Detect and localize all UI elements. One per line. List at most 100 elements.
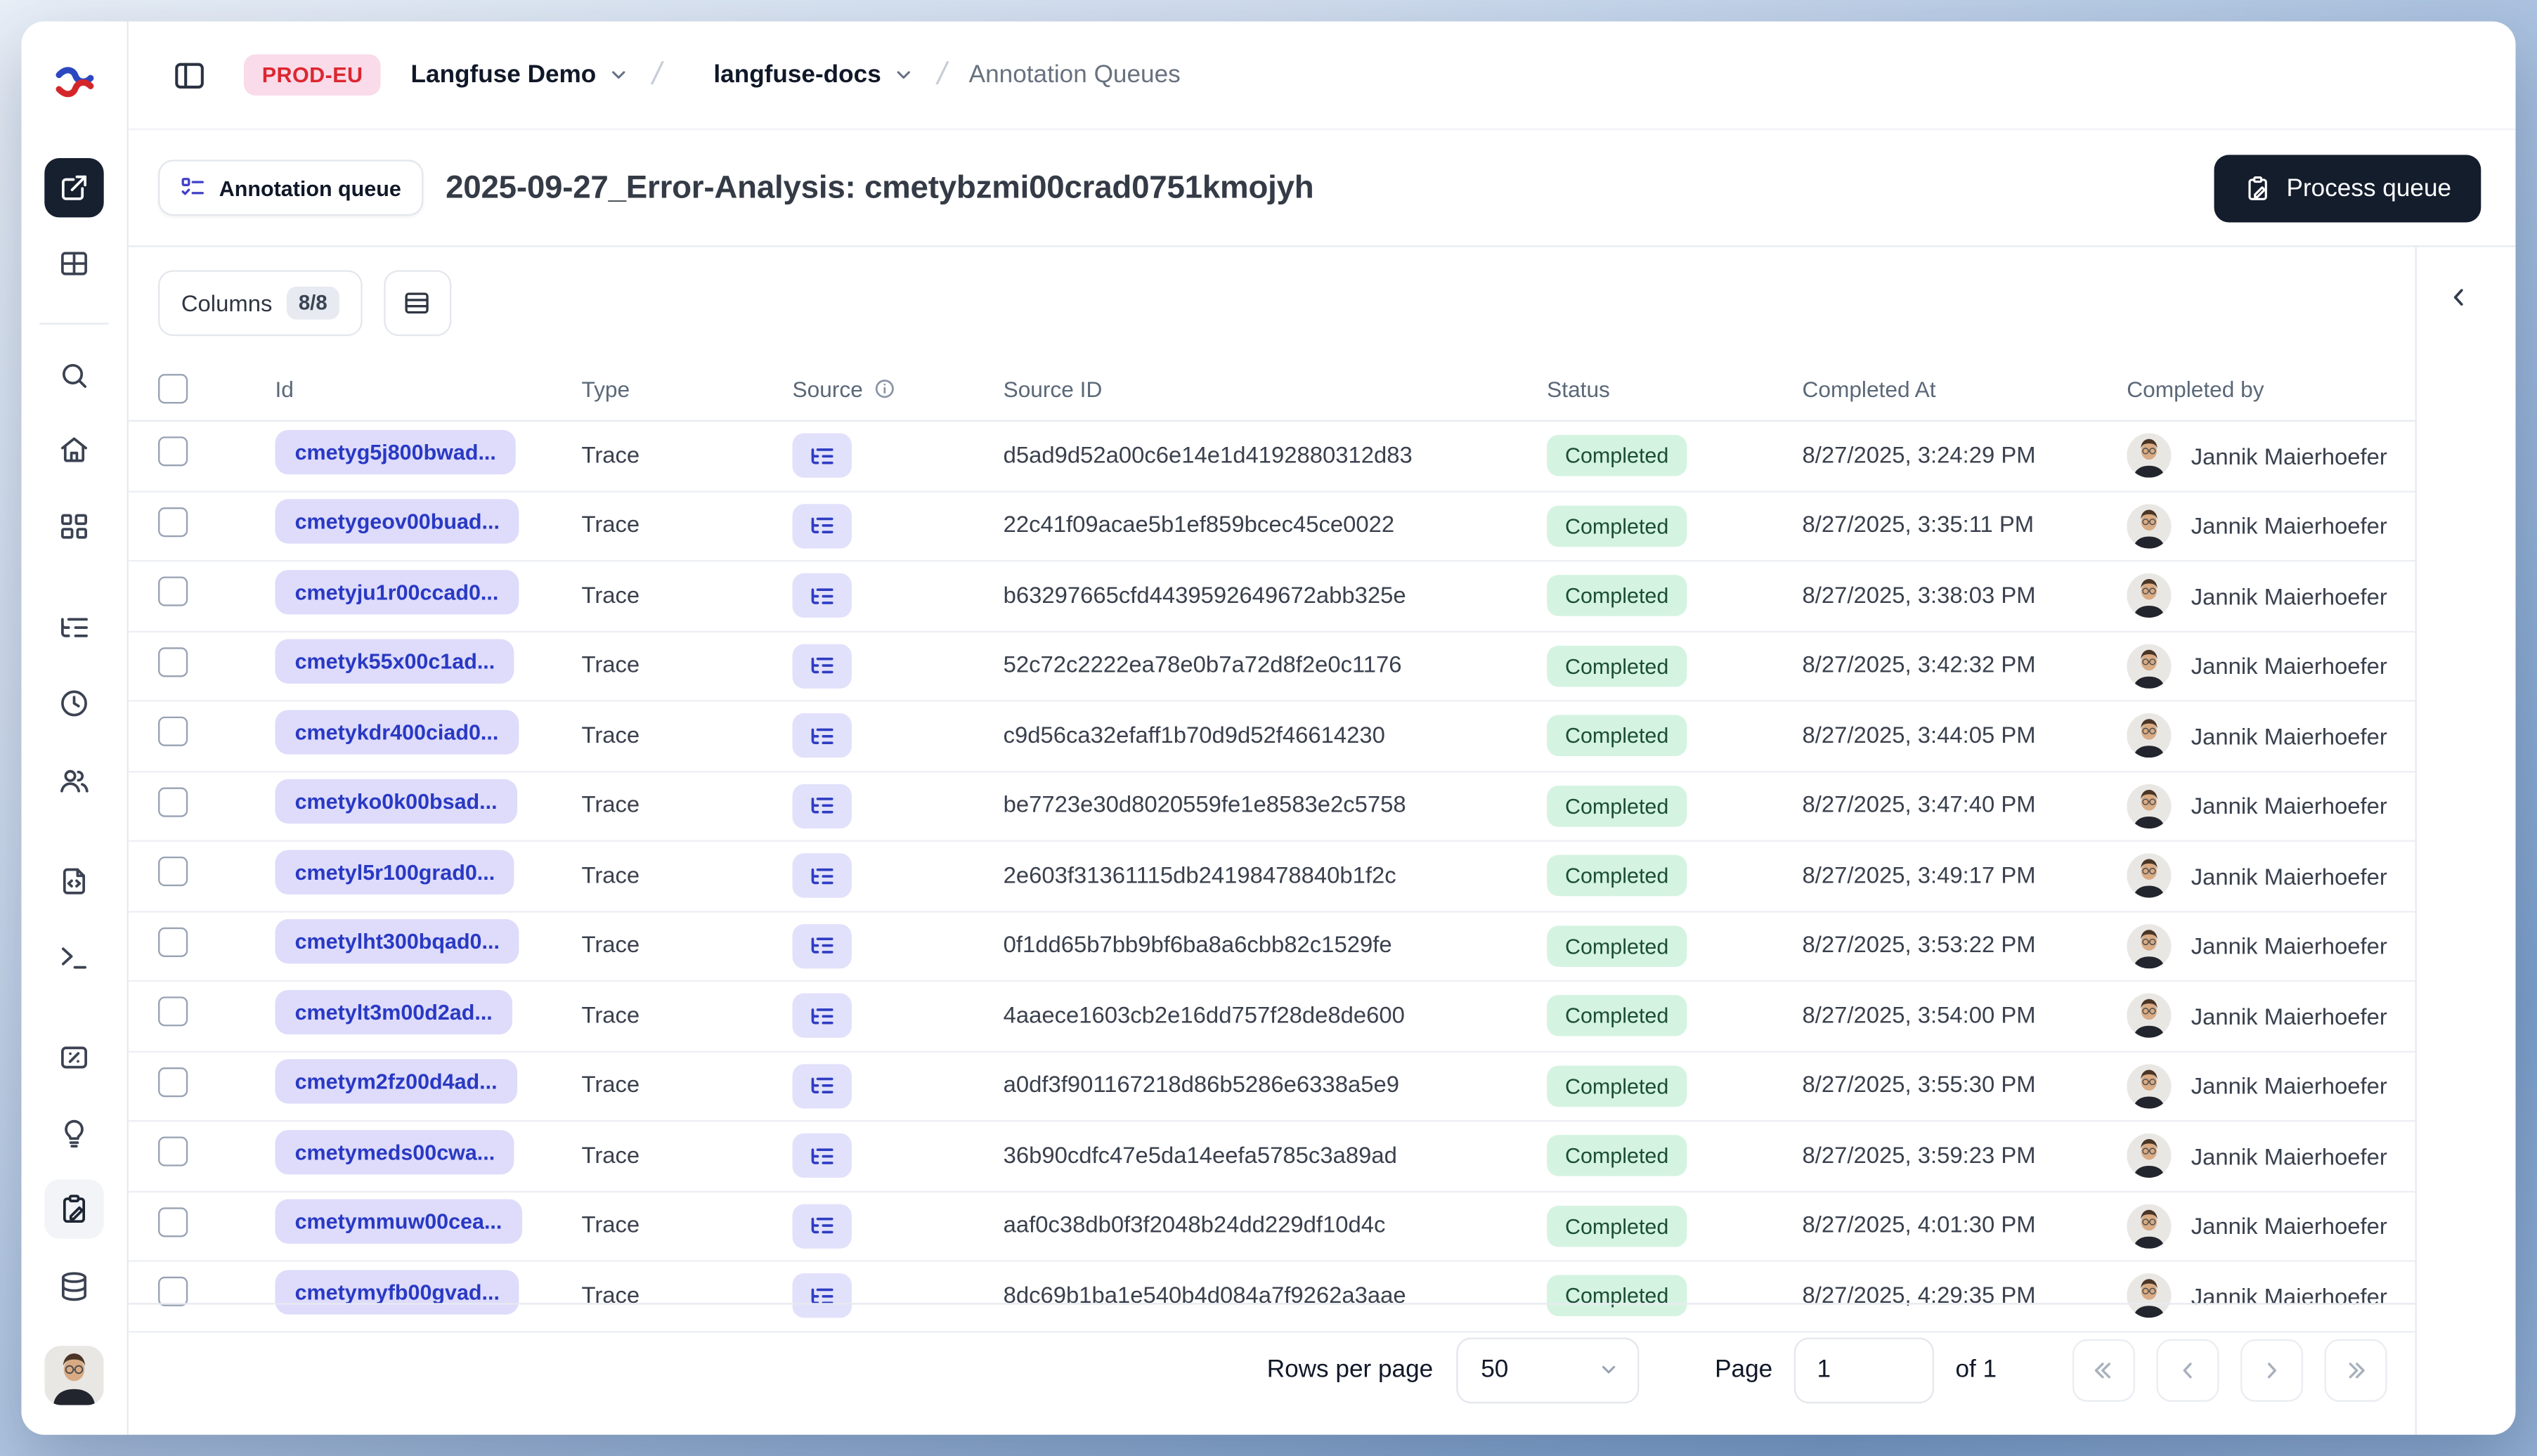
sidebar-item-database-icon[interactable] bbox=[44, 1257, 103, 1316]
row-checkbox[interactable] bbox=[158, 436, 188, 467]
source-trace-link[interactable] bbox=[792, 923, 852, 968]
rows-per-page-select[interactable]: 50 bbox=[1456, 1337, 1640, 1403]
sidebar-item-list-tree-icon[interactable] bbox=[44, 598, 103, 657]
source-trace-link[interactable] bbox=[792, 1133, 852, 1178]
row-checkbox[interactable] bbox=[158, 786, 188, 817]
source-trace-link[interactable] bbox=[792, 573, 852, 618]
row-checkbox[interactable] bbox=[158, 1137, 188, 1167]
table-row[interactable]: cmetyko0k00bsad... Trace be7723e30d80205… bbox=[128, 772, 2415, 842]
item-id-link[interactable]: cmetyk55x00c1ad... bbox=[275, 639, 515, 684]
last-page-button[interactable] bbox=[2324, 1338, 2387, 1401]
table-row[interactable]: cmetymmuw00cea... Trace aaf0c38db0f3f204… bbox=[128, 1192, 2415, 1262]
table-row[interactable]: cmetyk55x00c1ad... Trace 52c72c2222ea78e… bbox=[128, 632, 2415, 702]
completed-by-name: Jannik Maierhoefer bbox=[2191, 862, 2387, 890]
header-source-id: Source ID bbox=[1003, 376, 1103, 401]
item-id-link[interactable]: cmetymmuw00cea... bbox=[275, 1200, 522, 1244]
table-row[interactable]: cmetykdr400ciad0... Trace c9d56ca32efaff… bbox=[128, 702, 2415, 772]
list-tree-icon bbox=[811, 728, 833, 744]
prev-page-button[interactable] bbox=[2156, 1338, 2219, 1401]
sidebar-item-home-icon[interactable] bbox=[44, 420, 103, 479]
source-id: be7723e30d8020559fe1e8583e2c5758 bbox=[1003, 791, 1406, 818]
row-height-button[interactable] bbox=[383, 269, 451, 336]
table-row[interactable]: cmetyl5r100grad0... Trace 2e603f31361115… bbox=[128, 842, 2415, 912]
sidebar-item-external-link-icon[interactable] bbox=[44, 158, 104, 218]
row-checkbox[interactable] bbox=[158, 1207, 188, 1237]
list-tree-icon bbox=[811, 937, 833, 954]
process-queue-button[interactable]: Process queue bbox=[2214, 154, 2481, 222]
annotation-queue-badge[interactable]: Annotation queue bbox=[158, 160, 423, 216]
avatar bbox=[2127, 573, 2172, 618]
list-tree-icon bbox=[811, 1008, 833, 1024]
avatar bbox=[2127, 784, 2172, 828]
panel-left-toggle-icon[interactable] bbox=[171, 57, 208, 93]
project-switcher[interactable]: langfuse-docs bbox=[713, 61, 914, 89]
sidebar-item-file-code-icon[interactable] bbox=[44, 852, 103, 911]
collapse-panel-icon[interactable] bbox=[2445, 283, 2488, 326]
row-checkbox[interactable] bbox=[158, 996, 188, 1027]
org-switcher[interactable]: Langfuse Demo bbox=[411, 61, 630, 89]
table-row[interactable]: cmetymeds00cwa... Trace 36b90cdfc47e5da1… bbox=[128, 1122, 2415, 1192]
row-checkbox[interactable] bbox=[158, 507, 188, 537]
list-tree-icon bbox=[811, 658, 833, 674]
table-row[interactable]: cmetylht300bqad0... Trace 0f1dd65b7bb9bf… bbox=[128, 911, 2415, 982]
source-trace-link[interactable] bbox=[792, 503, 852, 549]
table-row[interactable]: cmetyg5j800bwad... Trace d5ad9d52a00c6e1… bbox=[128, 422, 2415, 492]
page-number-input[interactable] bbox=[1793, 1337, 1934, 1403]
source-trace-link[interactable] bbox=[792, 643, 852, 689]
sidebar-item-search-icon[interactable] bbox=[44, 346, 103, 405]
item-id-link[interactable]: cmetym2fz00d4ad... bbox=[275, 1059, 517, 1105]
main-panel: PROD-EU Langfuse Demo / langfuse-docs / … bbox=[128, 21, 2516, 1435]
next-page-button[interactable] bbox=[2240, 1338, 2304, 1401]
sidebar-item-lightbulb-icon[interactable] bbox=[44, 1104, 103, 1163]
table-row[interactable]: cmetym2fz00d4ad... Trace a0df3f901167218… bbox=[128, 1052, 2415, 1122]
right-rail bbox=[2415, 247, 2516, 1435]
sidebar-item-clock-icon[interactable] bbox=[44, 674, 103, 733]
item-id-link[interactable]: cmetygeov00buad... bbox=[275, 499, 520, 545]
sidebar-divider bbox=[39, 323, 109, 325]
sidebar-item-table-icon[interactable] bbox=[44, 234, 103, 293]
row-checkbox[interactable] bbox=[158, 1277, 188, 1307]
completed-at: 8/27/2025, 3:47:40 PM bbox=[1802, 791, 2036, 818]
source-trace-link[interactable] bbox=[792, 713, 852, 758]
row-checkbox[interactable] bbox=[158, 1067, 188, 1097]
sidebar-item-square-percent-icon[interactable] bbox=[44, 1028, 103, 1087]
row-checkbox[interactable] bbox=[158, 717, 188, 747]
source-trace-link[interactable] bbox=[792, 994, 852, 1039]
item-id-link[interactable]: cmetymeds00cwa... bbox=[275, 1129, 515, 1174]
item-type: Trace bbox=[581, 721, 640, 748]
avatar bbox=[2127, 713, 2172, 758]
sidebar-item-users-icon[interactable] bbox=[44, 751, 103, 810]
first-page-button[interactable] bbox=[2072, 1338, 2136, 1401]
status-badge: Completed bbox=[1547, 575, 1687, 617]
row-checkbox[interactable] bbox=[158, 927, 188, 957]
item-id-link[interactable]: cmetyg5j800bwad... bbox=[275, 429, 517, 474]
item-id-link[interactable]: cmetylt3m00d2ad... bbox=[275, 989, 512, 1034]
avatar bbox=[2127, 1203, 2172, 1249]
table-row[interactable]: cmetyju1r00ccad0... Trace b63297665cfd44… bbox=[128, 561, 2415, 632]
row-checkbox[interactable] bbox=[158, 646, 188, 677]
item-id-link[interactable]: cmetykdr400ciad0... bbox=[275, 709, 519, 755]
table-body: cmetyg5j800bwad... Trace d5ad9d52a00c6e1… bbox=[128, 422, 2415, 1332]
org-name: Langfuse Demo bbox=[410, 60, 597, 89]
source-trace-link[interactable] bbox=[792, 784, 852, 828]
columns-button[interactable]: Columns 8/8 bbox=[158, 269, 362, 336]
item-id-link[interactable]: cmetyl5r100grad0... bbox=[275, 849, 515, 895]
sidebar-item-terminal-icon[interactable] bbox=[44, 928, 103, 987]
source-trace-link[interactable] bbox=[792, 1063, 852, 1109]
select-all-checkbox[interactable] bbox=[158, 374, 188, 404]
item-id-link[interactable]: cmetylht300bqad0... bbox=[275, 919, 520, 964]
sidebar-item-dashboard-icon[interactable] bbox=[44, 498, 103, 557]
table-row[interactable]: cmetygeov00buad... Trace 22c41f09acae5b1… bbox=[128, 492, 2415, 562]
item-id-link[interactable]: cmetyju1r00ccad0... bbox=[275, 569, 519, 614]
status-badge: Completed bbox=[1547, 505, 1687, 547]
source-trace-link[interactable] bbox=[792, 853, 852, 899]
row-checkbox[interactable] bbox=[158, 577, 188, 607]
sidebar-item-clipboard-pen-icon[interactable] bbox=[44, 1179, 104, 1239]
table-row[interactable]: cmetylt3m00d2ad... Trace 4aaece1603cb2e1… bbox=[128, 982, 2415, 1052]
item-id-link[interactable]: cmetyko0k00bsad... bbox=[275, 779, 517, 824]
user-avatar[interactable] bbox=[44, 1346, 104, 1405]
source-trace-link[interactable] bbox=[792, 1203, 852, 1249]
row-checkbox[interactable] bbox=[158, 857, 188, 887]
header-type: Type bbox=[581, 376, 630, 401]
source-trace-link[interactable] bbox=[792, 434, 852, 479]
